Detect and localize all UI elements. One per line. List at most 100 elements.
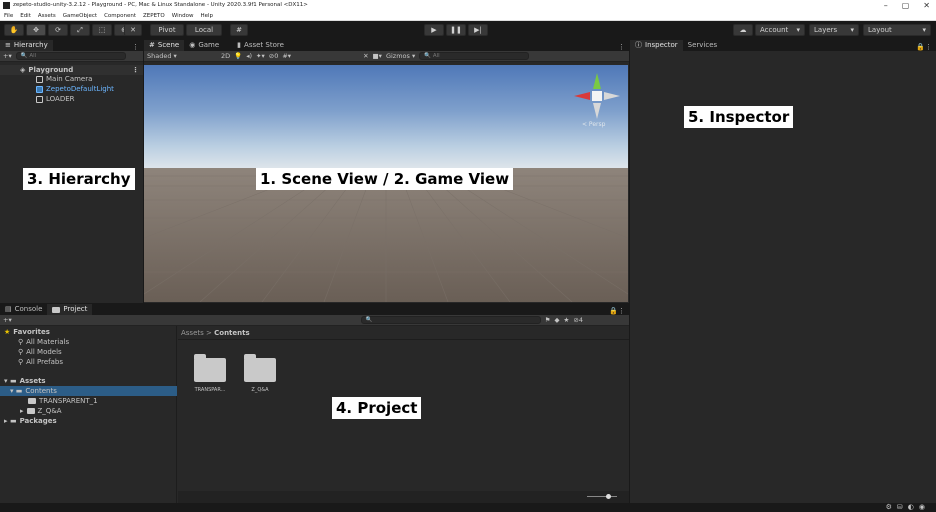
breadcrumb-separator: > xyxy=(206,329,212,337)
menu-component[interactable]: Component xyxy=(104,13,136,19)
panel-menu-icon[interactable]: ⋮ xyxy=(132,43,143,51)
hierarchy-item-label: ZepetoDefaultLight xyxy=(46,85,114,93)
gizmos-dropdown[interactable]: Gizmos ▾ xyxy=(386,52,415,60)
rect-tool-icon[interactable]: ⬚ xyxy=(92,24,112,36)
bottom-tabstrip: ▤ Console Project 🔒⋮ xyxy=(0,304,629,315)
shading-label: Shaded xyxy=(147,52,172,60)
layout-dropdown[interactable]: Layout xyxy=(863,24,931,36)
scene-menu-icon[interactable]: ⋮ xyxy=(132,65,143,75)
favorite-item[interactable]: ⚲ All Models xyxy=(18,347,62,357)
hand-tool-icon[interactable]: ✋ xyxy=(4,24,24,36)
scene-gizmo-icon[interactable] xyxy=(572,71,622,121)
menu-edit[interactable]: Edit xyxy=(20,13,31,19)
step-button[interactable]: ▶| xyxy=(468,24,488,36)
tab-game[interactable]: ◉ Game xyxy=(184,40,224,51)
expand-arrow-icon[interactable]: ▸ xyxy=(20,406,24,416)
favorite-item[interactable]: ⚲ All Materials xyxy=(18,337,69,347)
play-button[interactable]: ▶ xyxy=(424,24,444,36)
scene-grid-icon: # xyxy=(149,41,155,49)
breadcrumb-assets[interactable]: Assets xyxy=(181,329,204,337)
hierarchy-item[interactable]: ZepetoDefaultLight xyxy=(36,84,114,94)
skybox xyxy=(144,65,628,168)
search-icon: ⚲ xyxy=(18,358,24,366)
folder-item[interactable]: TRANSPARENT_1 xyxy=(28,396,98,406)
audio-icon[interactable]: ◂) xyxy=(246,52,252,60)
asset-folder[interactable]: Z_Q&A xyxy=(240,354,280,393)
pivot-label: Pivot xyxy=(158,26,176,34)
lock-icon[interactable]: 🔒⋮ xyxy=(609,307,629,315)
status-icons[interactable]: ⚙⛁◐◉ xyxy=(886,503,930,511)
favorite-item[interactable]: ⚲ All Prefabs xyxy=(18,357,63,367)
panel-menu-icon[interactable]: ⋮ xyxy=(618,43,629,51)
menu-help[interactable]: Help xyxy=(200,13,213,19)
grid-toggle-icon[interactable]: #▾ xyxy=(282,52,291,60)
hierarchy-item-label: Main Camera xyxy=(46,75,93,83)
pause-button[interactable]: ❚❚ xyxy=(446,24,466,36)
favorites-row[interactable]: ★ Favorites xyxy=(4,327,50,337)
menu-window[interactable]: Window xyxy=(172,13,194,19)
minimize-button[interactable]: – xyxy=(884,0,888,11)
pivot-toggle[interactable]: Pivot xyxy=(150,24,184,36)
folder-item[interactable]: ▸ Z_Q&A xyxy=(20,406,62,416)
filter-label-icon[interactable]: ◆ xyxy=(555,316,560,324)
maximize-button[interactable]: ▢ xyxy=(902,0,910,11)
move-tool-icon[interactable]: ✥ xyxy=(26,24,46,36)
asset-folder[interactable]: TRANSPAR... xyxy=(190,354,230,393)
tab-asset-store[interactable]: ▮ Asset Store xyxy=(232,40,289,51)
lock-icon[interactable]: 🔒⋮ xyxy=(916,43,936,51)
camera-icon[interactable]: ■▾ xyxy=(373,52,382,60)
menu-file[interactable]: File xyxy=(4,13,13,19)
grid-snap-icon[interactable]: # xyxy=(230,24,248,36)
effects-icon[interactable]: ✦▾ xyxy=(256,52,265,60)
scene-toolbar: Shaded ▾ 2D 💡 ◂) ✦▾ ⊘0 #▾ ✕ ■▾ Gizmos ▾ … xyxy=(144,51,629,62)
create-add-icon[interactable]: +▾ xyxy=(3,316,12,324)
rotate-tool-icon[interactable]: ⟳ xyxy=(48,24,68,36)
scale-tool-icon[interactable]: ⤢ xyxy=(70,24,90,36)
contents-row[interactable]: ▾ ▬ Contents xyxy=(0,386,177,396)
folder-open-icon: ▾ ▬ xyxy=(4,377,17,385)
zoom-slider[interactable] xyxy=(587,496,617,497)
hidden-count: 4 xyxy=(578,316,583,324)
menu-gameobject[interactable]: GameObject xyxy=(63,13,97,19)
scene-search-placeholder: All xyxy=(432,53,440,59)
perspective-label: < Persp xyxy=(582,121,606,128)
hidden-packages-icon[interactable]: ⊘4 xyxy=(573,316,583,324)
hierarchy-item[interactable]: Main Camera xyxy=(36,74,92,84)
tab-scene[interactable]: # Scene xyxy=(144,40,185,51)
layers-dropdown[interactable]: Layers xyxy=(809,24,859,36)
mode-2d-toggle[interactable]: 2D xyxy=(221,52,230,60)
custom-tool-icon[interactable]: ✕ xyxy=(124,24,142,36)
packages-row[interactable]: ▸ ▬ Packages xyxy=(4,416,57,426)
search-icon: ⚲ xyxy=(18,338,24,346)
create-add-icon[interactable]: +▾ xyxy=(3,52,12,60)
close-button[interactable]: ✕ xyxy=(923,0,930,11)
hierarchy-tab-label: Hierarchy xyxy=(13,41,48,49)
inspector-tabstrip: ⓘ Inspector Services 🔒⋮ xyxy=(630,40,936,51)
local-toggle[interactable]: Local xyxy=(186,24,222,36)
tab-hierarchy[interactable]: ≡ Hierarchy xyxy=(0,40,53,51)
hierarchy-search-input[interactable]: 🔍 All xyxy=(15,52,126,60)
assets-row[interactable]: ▾ ▬ Assets xyxy=(4,376,46,386)
account-dropdown[interactable]: Account xyxy=(755,24,805,36)
menu-zepeto[interactable]: ZEPETO xyxy=(143,13,165,19)
layout-label: Layout xyxy=(868,26,892,34)
lighting-icon[interactable]: 💡 xyxy=(234,52,242,60)
favorite-star-icon[interactable]: ★ xyxy=(564,316,570,324)
cloud-icon[interactable]: ☁ xyxy=(733,24,753,36)
scene-search-input[interactable]: 🔍 All xyxy=(419,52,530,60)
tab-inspector[interactable]: ⓘ Inspector xyxy=(630,40,683,51)
tab-project[interactable]: Project xyxy=(47,304,93,315)
tab-console[interactable]: ▤ Console xyxy=(0,304,47,315)
project-search-input[interactable]: 🔍 xyxy=(360,316,541,324)
tab-services[interactable]: Services xyxy=(683,40,723,51)
hierarchy-item[interactable]: LOADER xyxy=(36,94,75,104)
shading-dropdown[interactable]: Shaded ▾ xyxy=(147,52,217,60)
star-icon: ★ xyxy=(4,328,11,336)
tools-icon[interactable]: ✕ xyxy=(363,52,368,60)
filter-type-icon[interactable]: ⚑ xyxy=(545,316,551,324)
zoom-slider-thumb[interactable] xyxy=(606,494,611,499)
menu-assets[interactable]: Assets xyxy=(38,13,56,19)
breadcrumb-contents[interactable]: Contents xyxy=(214,329,250,337)
project-tree: ★ Favorites ⚲ All Materials ⚲ All Models ⚲… xyxy=(0,326,177,503)
hidden-objects-icon[interactable]: ⊘0 xyxy=(269,52,279,60)
